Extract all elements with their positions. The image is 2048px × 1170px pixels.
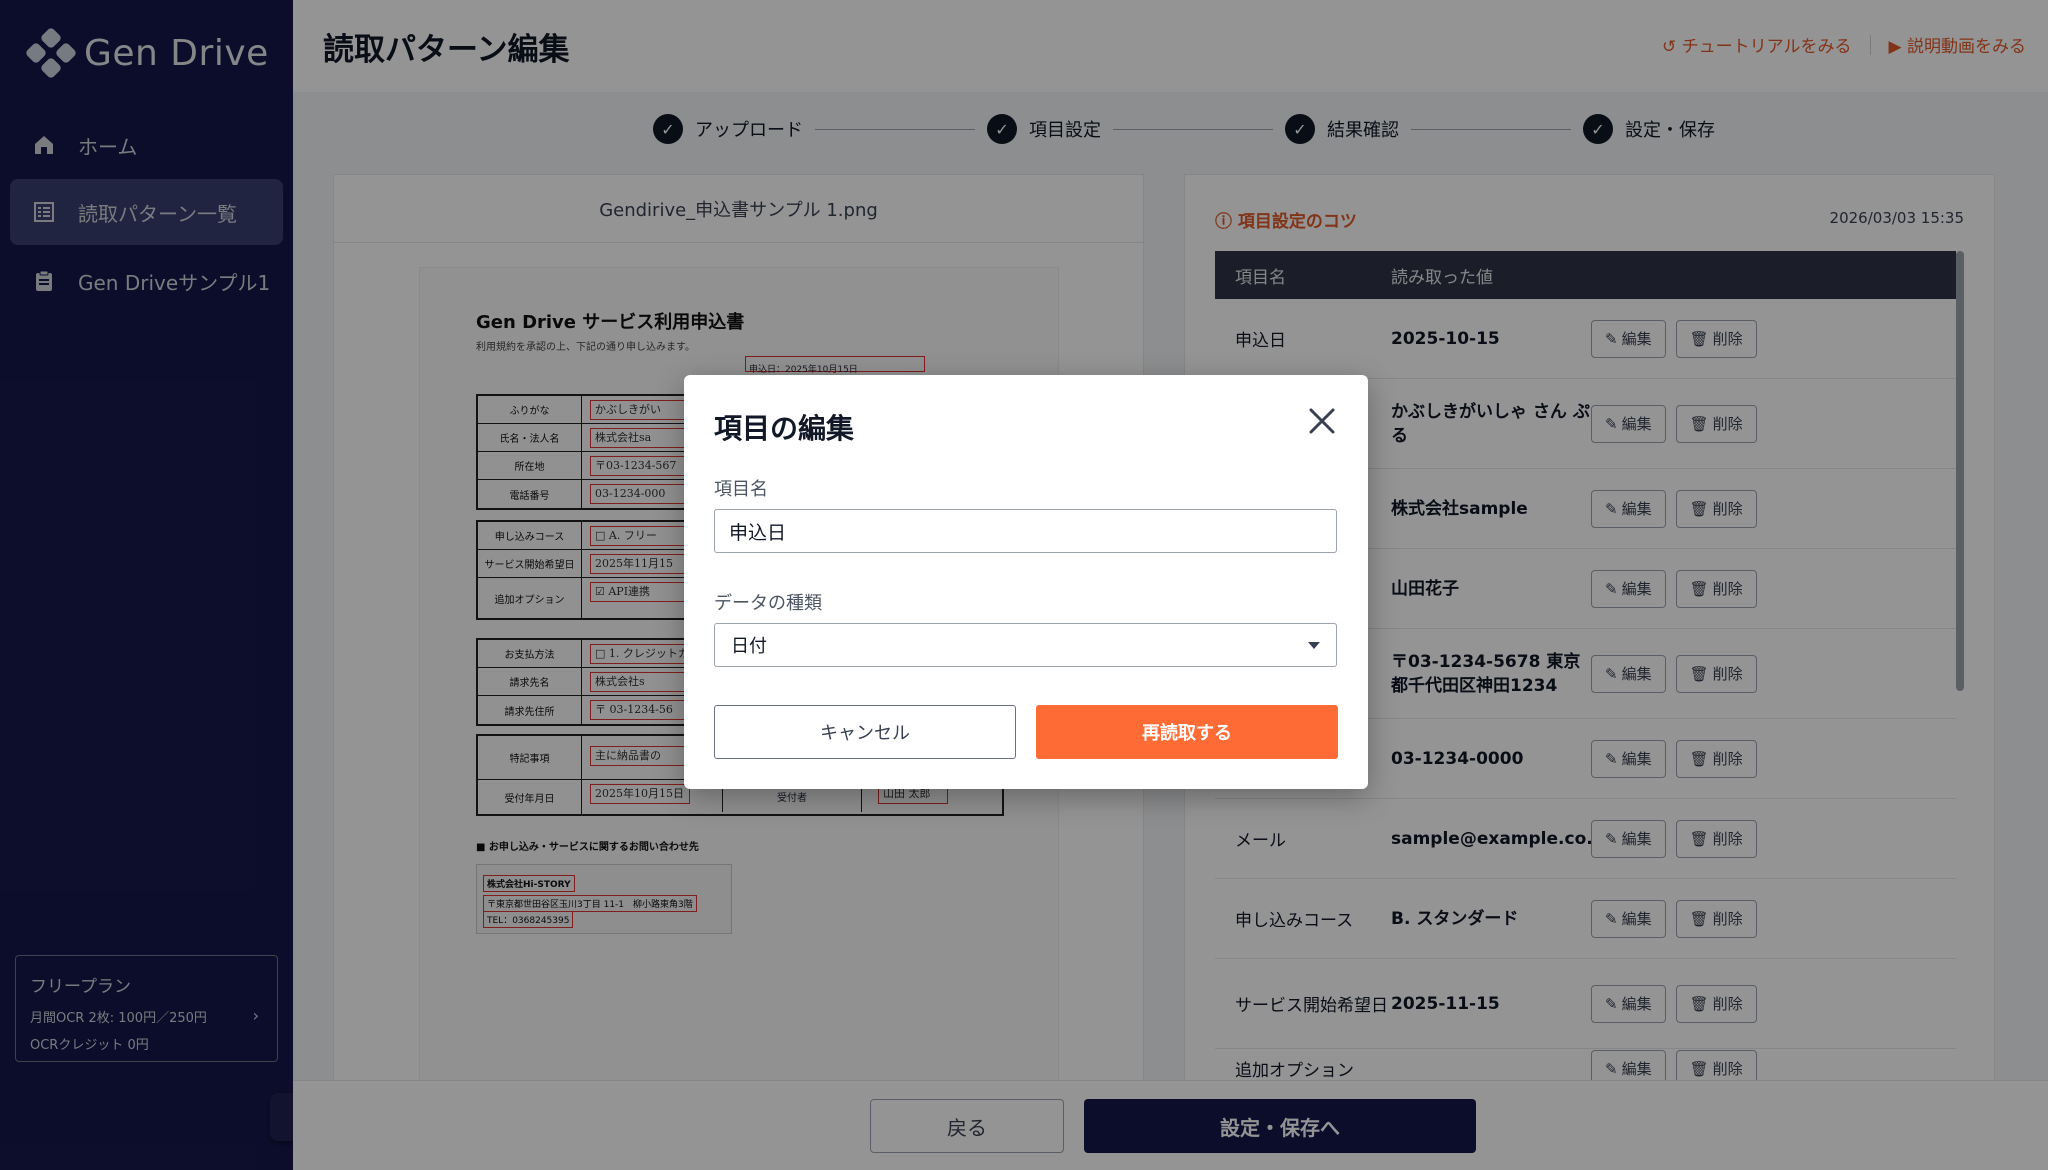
dialog-title: 項目の編集	[714, 412, 855, 445]
data-type-label: データの種類	[714, 593, 822, 614]
data-type-select[interactable]: 日付	[714, 623, 1337, 667]
cancel-button[interactable]: キャンセル	[714, 705, 1016, 759]
chevron-down-icon	[1308, 642, 1320, 649]
close-icon[interactable]	[1306, 405, 1338, 437]
data-type-value: 日付	[731, 636, 767, 657]
field-name-label: 項目名	[714, 479, 768, 500]
reread-button[interactable]: 再読取する	[1036, 705, 1338, 759]
edit-field-dialog: 項目の編集 項目名 データの種類 日付 キャンセル 再読取する	[684, 375, 1368, 789]
field-name-input[interactable]	[714, 509, 1337, 553]
